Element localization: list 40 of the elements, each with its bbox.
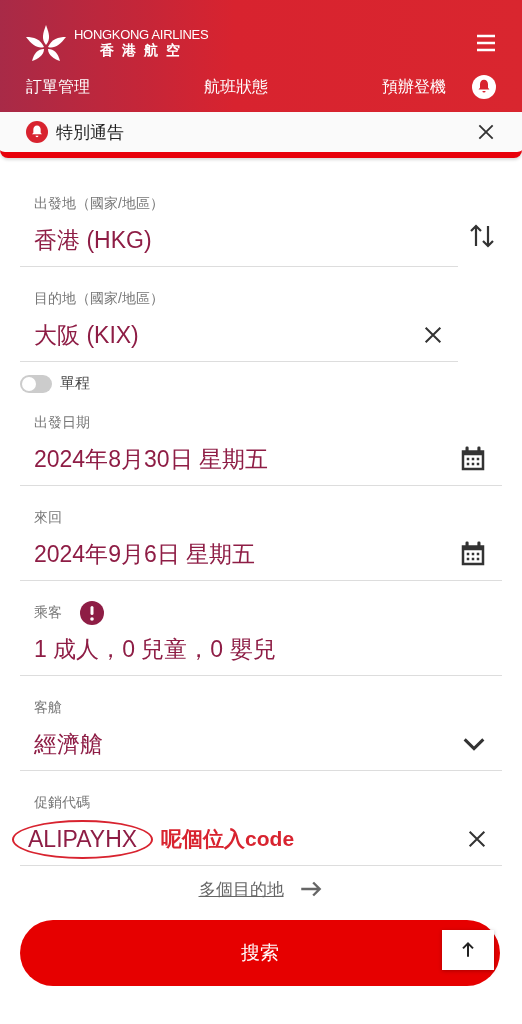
input-field[interactable]: 客艙 經濟艙 bbox=[20, 684, 502, 771]
field-value: 大阪 (KIX) bbox=[34, 320, 139, 350]
field-label: 客艙 bbox=[34, 699, 62, 717]
warning-icon bbox=[80, 601, 104, 625]
field-label: 目的地（國家/地區） bbox=[34, 290, 164, 308]
notice-title: 特別通告 bbox=[56, 121, 124, 144]
bell-icon[interactable] bbox=[472, 75, 496, 99]
field-value: 經濟艙 bbox=[34, 729, 103, 759]
toggle-switch[interactable] bbox=[20, 374, 52, 393]
field-label: 出發日期 bbox=[34, 414, 90, 432]
input-field[interactable]: 出發日期 2024年8月30日 星期五 bbox=[20, 399, 502, 486]
nav-link[interactable]: 訂單管理 bbox=[26, 76, 90, 98]
toggle-label: 單程 bbox=[60, 374, 90, 393]
field-value: ALIPAYHX bbox=[28, 825, 138, 852]
annotation-text: 呢個位入code bbox=[161, 826, 295, 852]
field-label: 出發地（國家/地區） bbox=[34, 195, 164, 213]
field-value: 2024年9月6日 星期五 bbox=[34, 539, 256, 569]
back-to-top-button[interactable] bbox=[442, 930, 494, 970]
bell-icon bbox=[26, 121, 48, 143]
input-field[interactable]: 來回 2024年9月6日 星期五 bbox=[20, 494, 502, 581]
input-field[interactable]: 出發地（國家/地區） 香港 (HKG) bbox=[20, 180, 458, 267]
input-field[interactable]: 促銷代碼 ALIPAYHX 呢個位入code bbox=[20, 779, 502, 866]
brand-name: HONGKONG AIRLINES bbox=[74, 26, 209, 42]
close-icon[interactable] bbox=[476, 122, 496, 142]
brand-name-chinese: 香 港 航 空 bbox=[100, 41, 182, 60]
field-label: 乘客 bbox=[34, 604, 62, 622]
clear-icon[interactable] bbox=[466, 828, 488, 850]
field-value: 2024年8月30日 星期五 bbox=[34, 444, 268, 474]
search-button[interactable]: 搜索 bbox=[20, 920, 500, 986]
flower-logo-icon bbox=[26, 25, 66, 61]
multi-city-link[interactable]: 多個目的地 bbox=[198, 877, 284, 901]
clear-icon[interactable] bbox=[422, 324, 444, 346]
field-value: 香港 (HKG) bbox=[34, 225, 152, 255]
field-label: 促銷代碼 bbox=[34, 794, 90, 812]
input-field[interactable]: 目的地（國家/地區） 大阪 (KIX) bbox=[20, 275, 458, 362]
input-field[interactable]: 乘客 1 成人，0 兒童，0 嬰兒 bbox=[20, 589, 502, 676]
field-value: 1 成人，0 兒童，0 嬰兒 bbox=[34, 634, 276, 664]
nav-link[interactable]: 預辦登機 bbox=[382, 76, 446, 98]
field-label: 來回 bbox=[34, 509, 62, 527]
nav-link[interactable]: 航班狀態 bbox=[204, 76, 268, 98]
